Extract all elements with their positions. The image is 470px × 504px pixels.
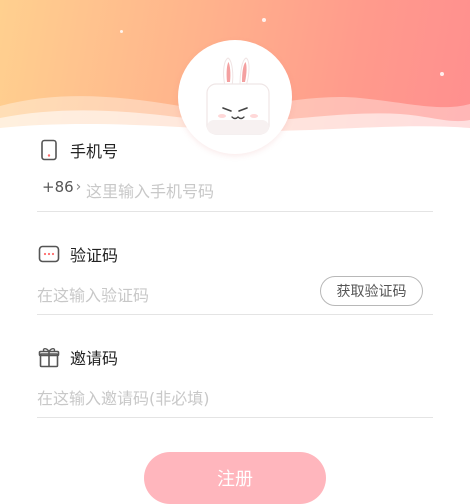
avatar: [178, 40, 292, 154]
chevron-right-icon: ›: [75, 179, 82, 195]
get-code-button[interactable]: 获取验证码: [320, 276, 423, 306]
phone-divider: [37, 211, 433, 212]
verification-input[interactable]: 在这输入验证码: [37, 282, 149, 306]
gift-icon: [37, 345, 61, 369]
invite-label: 邀请码: [70, 349, 119, 368]
phone-label: 手机号: [70, 142, 119, 161]
invite-input[interactable]: 在这输入邀请码(非必填): [37, 385, 210, 409]
verification-field-header: 验证码: [37, 242, 118, 266]
phone-input[interactable]: 这里输入手机号码: [86, 178, 214, 202]
country-code: +86: [42, 178, 74, 196]
phone-field-header: 手机号: [37, 138, 118, 162]
invite-divider: [37, 417, 433, 418]
phone-icon: [37, 138, 61, 162]
country-code-selector[interactable]: +86 ›: [42, 178, 81, 196]
invite-field-header: 邀请码: [37, 345, 118, 369]
verification-divider: [37, 314, 433, 315]
verification-label: 验证码: [70, 246, 119, 265]
bunny-mascot-icon: [206, 57, 270, 135]
register-button[interactable]: 注册: [144, 452, 326, 504]
message-icon: [37, 242, 61, 266]
